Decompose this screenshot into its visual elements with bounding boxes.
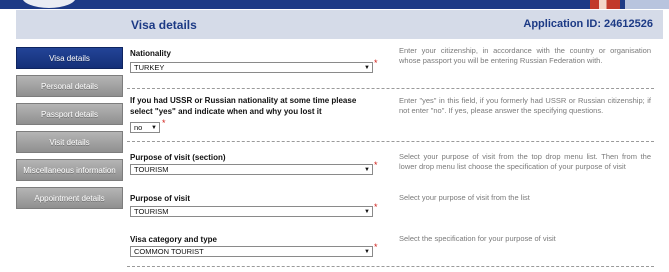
purpose-section-help: Select your purpose of visit from the to… [399,152,651,171]
sidebar-item-passport-details[interactable]: Passport details [16,103,123,125]
visa-category-value: COMMON TOURIST [134,247,204,256]
ussr-value: no [134,123,143,132]
purpose-value: TOURISM [134,207,169,216]
emblem-logo [22,0,76,8]
purpose-section-label: Purpose of visit (section) [130,153,226,162]
nationality-help: Enter your citizenship, in accordance wi… [399,46,651,65]
visa-category-help: Select the specification for your purpos… [399,234,556,243]
sidebar-item-personal-details[interactable]: Personal details [16,75,123,97]
purpose-help: Select your purpose of visit from the li… [399,193,530,202]
page-title: Visa details [131,18,197,32]
ussr-label: If you had USSR or Russian nationality a… [130,96,357,116]
purpose-select[interactable]: TOURISM ▼ [130,206,373,217]
chevron-down-icon: ▼ [364,167,370,173]
visa-category-row: Visa category and type COMMON TOURIST ▼ … [127,231,654,261]
chevron-down-icon: ▼ [364,249,370,255]
chevron-down-icon: ▼ [364,65,370,71]
divider [127,266,654,267]
chevron-down-icon: ▼ [151,125,157,131]
nationality-row: Nationality TURKEY ▼ * Enter your citize… [127,46,654,86]
application-id: Application ID: 24612526 [523,18,653,30]
sidebar-nav: Visa details Personal details Passport d… [16,47,123,215]
sidebar-item-miscellaneous-information[interactable]: Miscellaneous information [16,159,123,181]
banner-decoration-right [625,0,669,9]
divider [127,141,654,142]
top-banner [0,0,669,9]
purpose-section-row: Purpose of visit (section) TOURISM ▼ * S… [127,149,654,179]
purpose-row: Purpose of visit TOURISM ▼ * Select your… [127,190,654,218]
chevron-down-icon: ▼ [364,209,370,215]
required-marker: * [374,242,378,252]
sidebar-item-visa-details[interactable]: Visa details [16,47,123,69]
nationality-label: Nationality [130,49,171,58]
ussr-select[interactable]: no ▼ [130,122,160,133]
page-header: Visa details Application ID: 24612526 [16,10,663,39]
ussr-row: If you had USSR or Russian nationality a… [127,93,654,137]
required-marker: * [374,160,378,170]
sidebar-item-appointment-details[interactable]: Appointment details [16,187,123,209]
nationality-select[interactable]: TURKEY ▼ [130,62,373,73]
purpose-section-value: TOURISM [134,165,169,174]
visa-category-select[interactable]: COMMON TOURIST ▼ [130,246,373,257]
required-marker: * [162,118,166,128]
sidebar-item-visit-details[interactable]: Visit details [16,131,123,153]
banner-decoration [590,0,620,9]
ussr-help: Enter "yes" in this field, if you former… [399,96,651,115]
required-marker: * [374,58,378,68]
nationality-value: TURKEY [134,63,165,72]
divider [127,88,654,89]
required-marker: * [374,202,378,212]
purpose-label: Purpose of visit [130,194,191,203]
purpose-section-select[interactable]: TOURISM ▼ [130,164,373,175]
visa-category-label: Visa category and type [130,235,217,244]
